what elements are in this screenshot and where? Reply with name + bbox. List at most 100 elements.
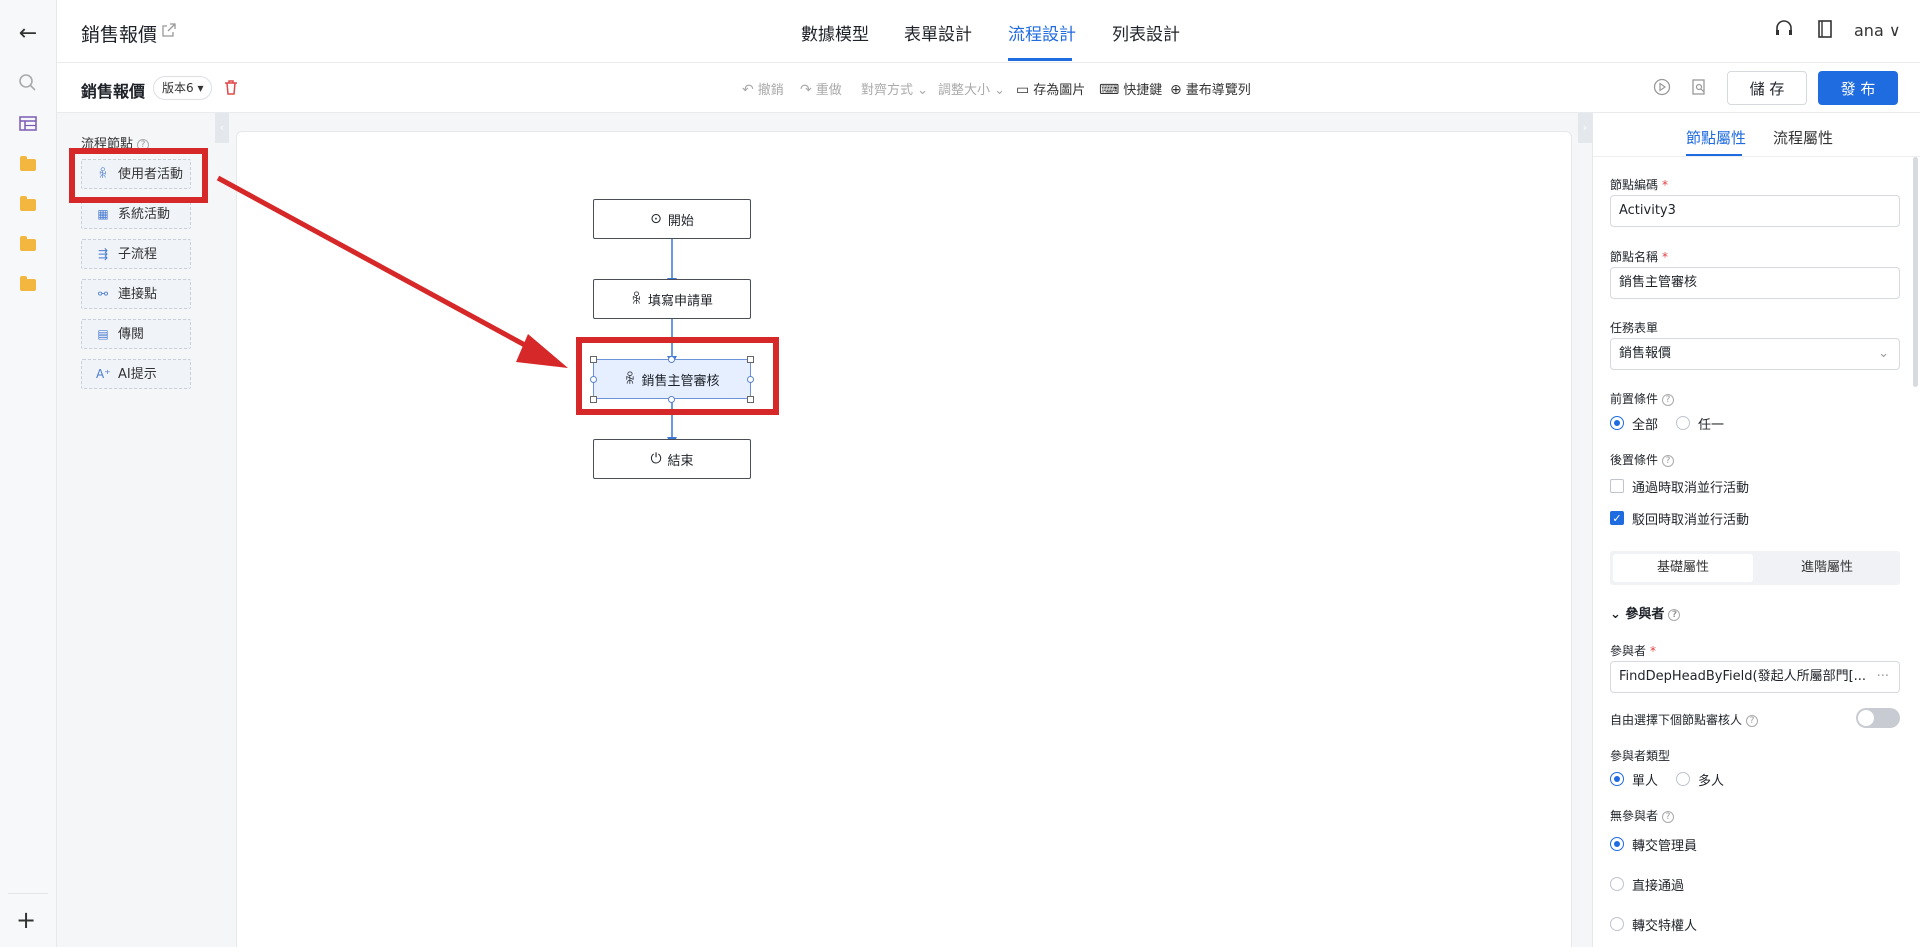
free-select-label: 自由選擇下個節點審核人? — [1610, 711, 1759, 728]
participants-section-toggle[interactable]: ⌄ 參與者? — [1610, 603, 1681, 622]
user-menu[interactable]: ana ∨ — [1854, 21, 1901, 40]
pass-directly-radio[interactable] — [1610, 877, 1624, 891]
folder-icon[interactable] — [17, 274, 39, 296]
user-name: ana — [1854, 21, 1884, 40]
property-segment-control: 基礎屬性 進階屬性 — [1610, 551, 1900, 585]
headset-icon[interactable] — [1773, 18, 1795, 40]
undo-button[interactable]: ↶ 撤銷 — [742, 79, 784, 98]
required-mark: * — [1662, 250, 1669, 264]
annotation-arrow — [216, 175, 568, 368]
folder-icon[interactable] — [17, 234, 39, 256]
participant-single-radio[interactable] — [1610, 772, 1624, 786]
transfer-admin-radio[interactable] — [1610, 837, 1624, 851]
node-code-input[interactable]: Activity3 — [1610, 195, 1900, 227]
more-icon[interactable]: ··· — [1877, 662, 1889, 692]
save-as-image-button[interactable]: ▭ 存為圖片 — [1016, 79, 1085, 98]
postcondition-label: 後置條件? — [1610, 451, 1675, 468]
node-palette: 流程節點? ꆜ 使用者活動 ▦ 系統活動 ⇶ 子流程 ⚯ 連接點 ▤ 傳閱 A⁺ AI提示 — [57, 113, 215, 947]
palette-item-label: 傳閱 — [118, 327, 145, 342]
redo-button[interactable]: ↷ 重做 — [800, 79, 842, 98]
flow-node-start[interactable]: ⊙ 開始 — [593, 199, 751, 239]
shortcuts-button[interactable]: ⌨ 快捷鍵 — [1099, 79, 1162, 98]
help-icon[interactable]: ? — [1668, 609, 1681, 621]
tab-node-properties[interactable]: 節點屬性 — [1686, 127, 1746, 148]
chevron-down-icon: ∨ — [1888, 21, 1901, 40]
redo-icon: ↷ — [800, 82, 812, 98]
undo-label: 撤銷 — [757, 83, 784, 98]
tab-process-properties[interactable]: 流程屬性 — [1773, 127, 1833, 148]
process-name: 銷售報價 — [81, 82, 146, 101]
save-button[interactable]: 儲 存 — [1727, 71, 1807, 105]
participant-input[interactable]: FindDepHeadByField(發起人所屬部門[... ··· — [1610, 661, 1900, 693]
navigator-label: 畫布導覽列 — [1185, 83, 1251, 98]
image-icon: ▭ — [1016, 82, 1030, 98]
canvas-navigator-button[interactable]: ⊕ 畫布導覽列 — [1170, 79, 1251, 98]
task-form-select[interactable]: 銷售報價 ⌄ — [1610, 338, 1900, 370]
participant-label-text: 參與者 — [1610, 644, 1647, 658]
help-icon[interactable]: ? — [1746, 715, 1759, 727]
search-icon[interactable] — [17, 72, 39, 94]
tab-process-design[interactable]: 流程設計 — [1008, 20, 1076, 45]
panel-scrollbar[interactable] — [1913, 157, 1918, 387]
cancel-on-reject-label: 駁回時取消並行活動 — [1632, 513, 1750, 528]
participant-multi-radio[interactable] — [1676, 772, 1690, 786]
left-rail: ← + — [0, 0, 57, 947]
save-image-label: 存為圖片 — [1033, 83, 1086, 98]
palette-item-system-activity[interactable]: ▦ 系統活動 — [81, 199, 191, 229]
keyboard-icon: ⌨ — [1099, 82, 1120, 98]
app-root: ← + 銷售報價 數據模型 表單設計 流程設計 列表設計 ana ∨ 銷售報價 … — [0, 0, 1920, 947]
help-icon[interactable]: ? — [1662, 394, 1675, 406]
help-icon[interactable]: ? — [1662, 811, 1675, 823]
resize-label: 調整大小 ⌄ — [938, 83, 1006, 98]
tab-data-model[interactable]: 數據模型 — [801, 20, 869, 45]
palette-item-subprocess[interactable]: ⇶ 子流程 — [81, 239, 191, 269]
palette-item-circulate[interactable]: ▤ 傳閱 — [81, 319, 191, 349]
flow-node-label: 開始 — [667, 213, 694, 229]
plus-icon[interactable]: + — [16, 908, 36, 932]
tab-form-design[interactable]: 表單設計 — [904, 20, 972, 45]
collapse-left-handle[interactable]: ‹ — [215, 113, 229, 143]
participant-type-label: 參與者類型 — [1610, 749, 1671, 763]
process-toolbar: 銷售報價 版本6 ▾ ↶ 撤銷 ↷ 重做 對齊方式 ⌄ 調整大小 ⌄ ▭ 存為圖片 ⌨… — [57, 63, 1920, 113]
document-icon: ▤ — [97, 327, 109, 341]
free-select-label-text: 自由選擇下個節點審核人 — [1610, 713, 1743, 727]
precondition-any-radio[interactable] — [1676, 416, 1690, 430]
tab-list-design[interactable]: 列表設計 — [1112, 20, 1180, 45]
precondition-all-radio[interactable] — [1610, 416, 1624, 430]
transfer-privileged-radio[interactable] — [1610, 917, 1624, 931]
resize-dropdown[interactable]: 調整大小 ⌄ — [938, 79, 1005, 98]
version-select[interactable]: 版本6 ▾ — [153, 76, 213, 100]
trash-icon[interactable] — [222, 78, 240, 96]
folder-icon[interactable] — [17, 194, 39, 216]
palette-item-label: 子流程 — [118, 247, 158, 262]
postcondition-label-text: 後置條件 — [1610, 453, 1659, 467]
collapse-right-handle[interactable]: › — [1578, 113, 1592, 143]
publish-button[interactable]: 發 布 — [1818, 71, 1898, 105]
help-icon[interactable]: ? — [1662, 455, 1675, 467]
cancel-on-reject-checkbox[interactable]: ✓ — [1610, 511, 1624, 525]
tab-basic-properties[interactable]: 基礎屬性 — [1613, 554, 1753, 582]
precondition-label-text: 前置條件 — [1610, 392, 1659, 406]
free-select-toggle[interactable] — [1856, 708, 1900, 728]
precondition-all-label: 全部 — [1632, 418, 1659, 433]
no-participant-label: 無參與者? — [1610, 807, 1675, 824]
flow-node-end[interactable]: ⏻ 結束 — [593, 439, 751, 479]
folder-icon[interactable] — [17, 154, 39, 176]
cancel-on-pass-checkbox[interactable] — [1610, 479, 1624, 493]
participant-single-label: 單人 — [1632, 774, 1659, 789]
document-search-icon[interactable] — [1689, 77, 1709, 97]
palette-item-ai-prompt[interactable]: A⁺ AI提示 — [81, 359, 191, 389]
align-dropdown[interactable]: 對齊方式 ⌄ — [861, 79, 928, 98]
arrow-left-icon[interactable]: ← — [14, 20, 42, 48]
flow-node-fill-form[interactable]: ꆜ 填寫申請單 — [593, 279, 751, 319]
link-icon: ⚯ — [97, 287, 109, 301]
table-icon[interactable] — [17, 113, 39, 135]
play-circle-icon[interactable] — [1652, 77, 1672, 97]
participant-label: 參與者 * — [1610, 642, 1656, 659]
panel-tab-divider — [1593, 156, 1920, 157]
palette-item-connector[interactable]: ⚯ 連接點 — [81, 279, 191, 309]
main-nav: 數據模型 表單設計 流程設計 列表設計 — [57, 0, 1920, 63]
tab-advanced-properties[interactable]: 進階屬性 — [1757, 554, 1897, 582]
book-icon[interactable] — [1815, 18, 1835, 40]
node-name-input[interactable]: 銷售主管審核 — [1610, 267, 1900, 299]
